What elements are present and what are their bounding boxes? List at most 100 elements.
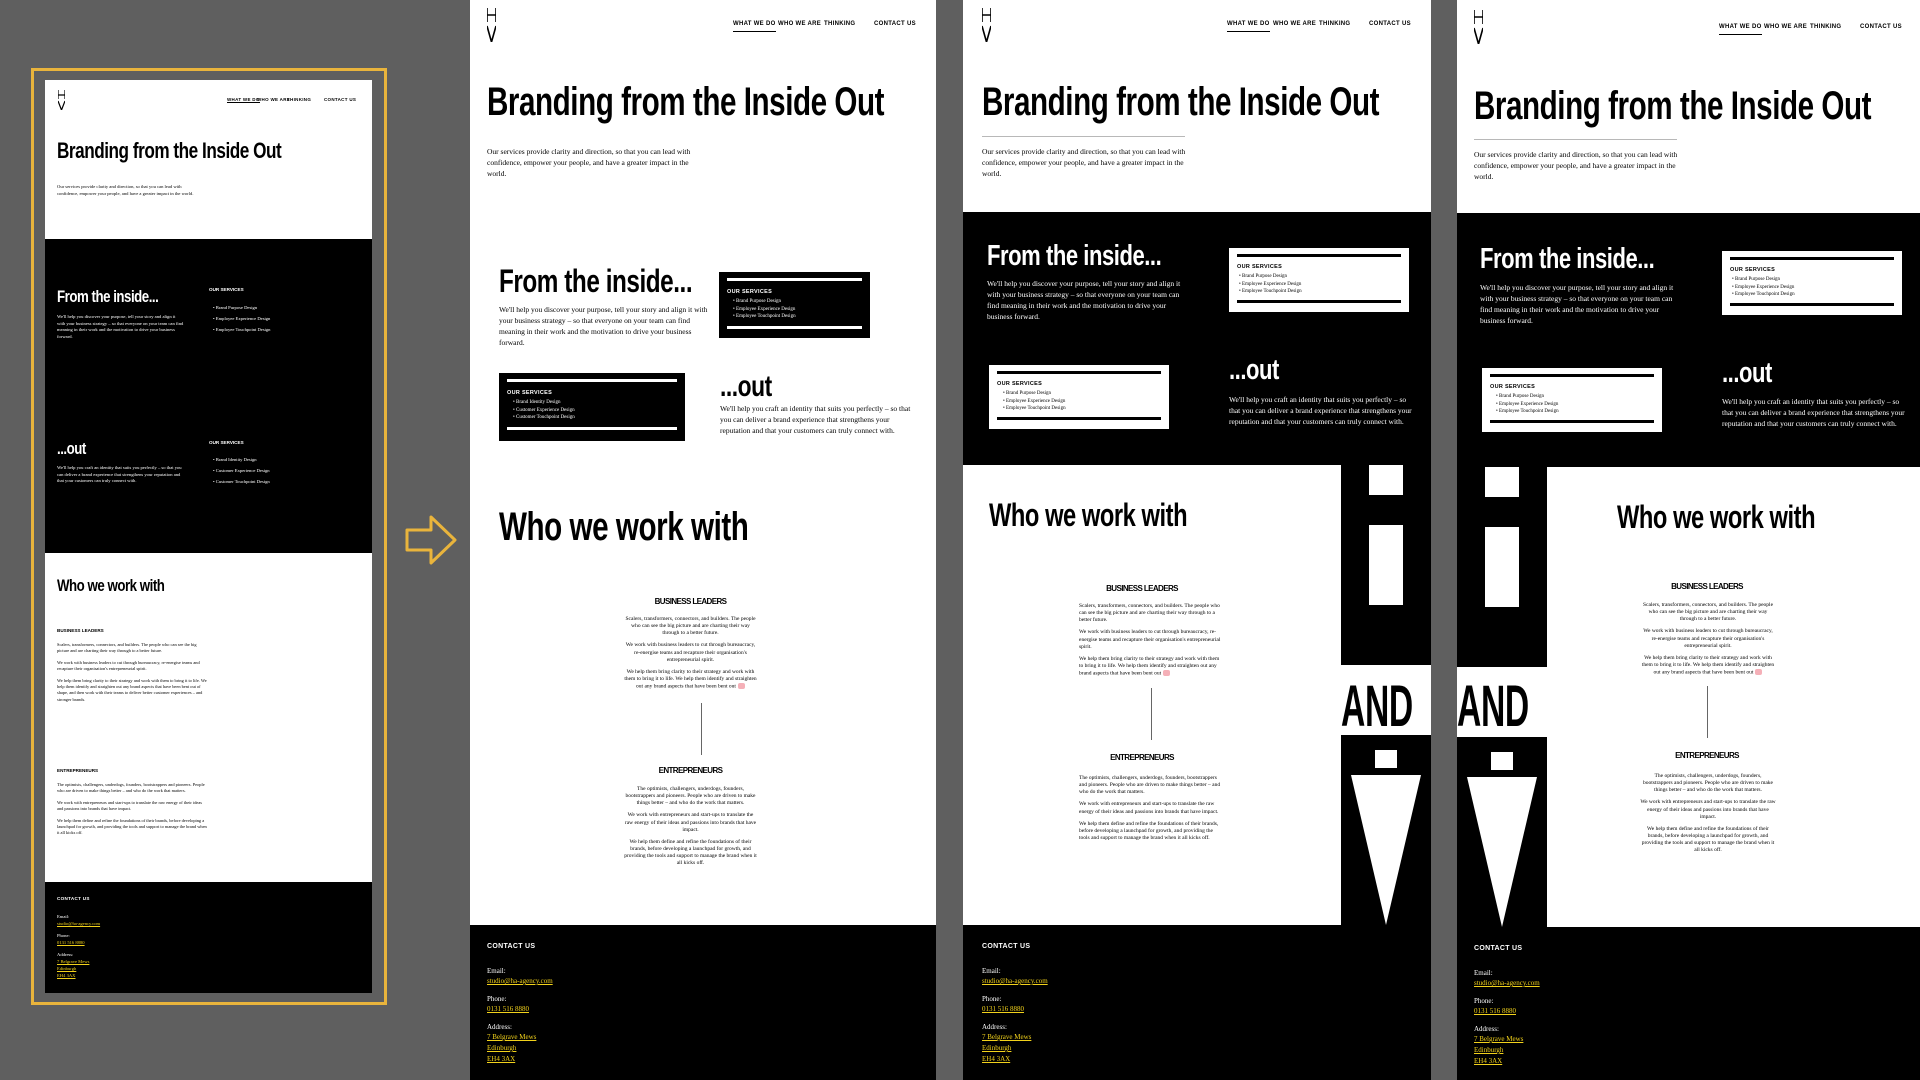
service-item[interactable]: Employee Experience Design bbox=[213, 313, 271, 324]
out-services-card[interactable]: OUR SERVICES Brand Identity Design Custo… bbox=[499, 373, 685, 441]
logo-mark[interactable] bbox=[1474, 10, 1483, 44]
address-line[interactable]: Edinburgh bbox=[487, 1044, 516, 1052]
address-line[interactable]: EH4 3AX bbox=[57, 973, 76, 978]
service-item[interactable]: Brand Identity Design bbox=[513, 399, 677, 407]
inside-services-title: OUR SERVICES bbox=[1730, 267, 1776, 273]
frame-redesign-3: WHAT WE DO WHO WE ARE THINKING CONTACT U… bbox=[1457, 0, 1920, 1080]
logo-mark[interactable] bbox=[58, 90, 65, 110]
inside-body: We'll help you discover your purpose, te… bbox=[1480, 283, 1674, 325]
service-item[interactable]: Brand Purpose Design bbox=[1732, 276, 1894, 284]
service-item[interactable]: Brand Identity Design bbox=[213, 454, 270, 465]
email-link[interactable]: studio@ha-agency.com bbox=[1474, 979, 1540, 987]
inside-services-card[interactable]: OUR SERVICES Brand Purpose Design Employ… bbox=[1722, 251, 1902, 315]
address-line[interactable]: Edinburgh bbox=[982, 1044, 1011, 1052]
ha-graphic: AND bbox=[1341, 465, 1431, 925]
service-item[interactable]: Employee Touchpoint Design bbox=[1732, 291, 1894, 299]
address-label: Address: bbox=[487, 1023, 512, 1031]
service-item[interactable]: Employee Experience Design bbox=[1003, 398, 1161, 406]
nav-thinking[interactable]: THINKING bbox=[1319, 21, 1350, 27]
email-link[interactable]: studio@ha-agency.com bbox=[57, 921, 100, 926]
inside-services-card[interactable]: OUR SERVICES Brand Purpose Design Employ… bbox=[1229, 248, 1409, 312]
nav-contact-us[interactable]: CONTACT US bbox=[874, 21, 916, 27]
address-line[interactable]: 7 Belgrave Mews bbox=[982, 1033, 1031, 1041]
phone-link[interactable]: 0131 516 8880 bbox=[982, 1005, 1024, 1013]
nav-contact-us[interactable]: CONTACT US bbox=[324, 97, 356, 102]
out-services-card[interactable]: OUR SERVICES Brand Purpose Design Employ… bbox=[1482, 368, 1662, 432]
nav-who-we-are[interactable]: WHO WE ARE bbox=[1273, 21, 1316, 27]
service-item[interactable]: Employee Touchpoint Design bbox=[1496, 408, 1654, 416]
service-item[interactable]: Brand Purpose Design bbox=[1496, 393, 1654, 401]
nav-who-we-are[interactable]: WHO WE ARE bbox=[1764, 24, 1807, 30]
leaders-p1: Scalers, transformers, connectors, and b… bbox=[1642, 602, 1774, 623]
who-title: Who we work with bbox=[57, 576, 165, 595]
service-item[interactable]: Employee Experience Design bbox=[1732, 284, 1894, 292]
phone-link[interactable]: 0131 516 8880 bbox=[1474, 1007, 1516, 1015]
footer: CONTACT US Email: studio@ha-agency.com P… bbox=[1457, 927, 1920, 1080]
service-item[interactable]: Employee Experience Design bbox=[1239, 281, 1401, 289]
right-arrow-icon bbox=[403, 512, 459, 568]
service-item[interactable]: Employee Experience Design bbox=[1496, 401, 1654, 409]
page-title: Branding from the Inside Out bbox=[1474, 84, 1872, 128]
service-item[interactable]: Brand Purpose Design bbox=[213, 302, 270, 313]
service-item[interactable]: Employee Experience Design bbox=[733, 306, 862, 314]
address-line[interactable]: 7 Belgrave Mews bbox=[487, 1033, 536, 1041]
logo-mark[interactable] bbox=[487, 8, 496, 42]
service-item[interactable]: Brand Purpose Design bbox=[1003, 390, 1161, 398]
email-link[interactable]: studio@ha-agency.com bbox=[982, 977, 1048, 985]
nav-thinking[interactable]: THINKING bbox=[287, 97, 311, 102]
card-top-bar bbox=[1237, 254, 1401, 257]
inside-services-card[interactable]: OUR SERVICES Brand Purpose Design Employ… bbox=[719, 272, 870, 338]
service-item[interactable]: Brand Purpose Design bbox=[1239, 273, 1401, 281]
service-item[interactable]: Customer Experience Design bbox=[213, 465, 270, 476]
nav-what-we-do[interactable]: WHAT WE DO bbox=[733, 21, 776, 32]
phone-link[interactable]: 0131 516 8880 bbox=[57, 940, 85, 945]
inside-services-title: OUR SERVICES bbox=[1237, 264, 1283, 270]
inside-body: We'll help you discover your purpose, te… bbox=[987, 279, 1181, 321]
nav-contact-us[interactable]: CONTACT US bbox=[1369, 21, 1411, 27]
nav-thinking[interactable]: THINKING bbox=[1810, 24, 1841, 30]
who-title: Who we work with bbox=[989, 497, 1188, 533]
out-services-list: Brand Purpose Design Employee Experience… bbox=[1496, 393, 1654, 416]
email-link[interactable]: studio@ha-agency.com bbox=[487, 977, 553, 985]
nav-contact-us[interactable]: CONTACT US bbox=[1860, 24, 1902, 30]
nav-what-we-do[interactable]: WHAT WE DO bbox=[227, 97, 260, 103]
logo-mark[interactable] bbox=[982, 8, 991, 42]
entre-p1: The optimists, challengers, underdogs, f… bbox=[1643, 773, 1773, 794]
out-services-card[interactable]: OUR SERVICES Brand Purpose Design Employ… bbox=[989, 365, 1169, 429]
address-line[interactable]: 7 Belgrave Mews bbox=[57, 959, 89, 964]
service-item[interactable]: Employee Touchpoint Design bbox=[213, 324, 271, 335]
entre-text: The optimists, challengers, underdogs, f… bbox=[1079, 775, 1224, 842]
address-line[interactable]: EH4 3AX bbox=[487, 1055, 515, 1063]
entre-title: ENTREPRENEURS bbox=[658, 766, 723, 775]
address-line[interactable]: Edinburgh bbox=[1474, 1046, 1503, 1054]
address-line[interactable]: EH4 3AX bbox=[982, 1055, 1010, 1063]
footer-title: CONTACT US bbox=[1474, 945, 1523, 952]
nav-who-we-are[interactable]: WHO WE ARE bbox=[778, 21, 821, 27]
service-item[interactable]: Employee Touchpoint Design bbox=[1239, 288, 1401, 296]
entre-p2: We work with entrepreneurs and start-ups… bbox=[1640, 799, 1776, 820]
address-line[interactable]: 7 Belgrave Mews bbox=[1474, 1035, 1523, 1043]
service-item[interactable]: Customer Touchpoint Design bbox=[513, 414, 677, 422]
service-item[interactable]: Employee Touchpoint Design bbox=[1003, 405, 1161, 413]
services-section: From the inside... We'll help you discov… bbox=[963, 212, 1431, 465]
nav-thinking[interactable]: THINKING bbox=[824, 21, 855, 27]
leaders-p2: We work with business leaders to cut thr… bbox=[1643, 628, 1773, 649]
divider-line bbox=[701, 703, 702, 755]
graphic-word: AND bbox=[1457, 674, 1529, 739]
service-item[interactable]: Customer Experience Design bbox=[513, 407, 677, 415]
inside-title: From the inside... bbox=[987, 240, 1162, 272]
heart-icon bbox=[1755, 669, 1763, 676]
nav-who-we-are[interactable]: WHO WE ARE bbox=[257, 97, 290, 102]
nav-what-we-do[interactable]: WHAT WE DO bbox=[1227, 21, 1270, 32]
nav-what-we-do[interactable]: WHAT WE DO bbox=[1719, 24, 1762, 35]
email-label: Email: bbox=[982, 967, 1001, 975]
phone-link[interactable]: 0131 516 8880 bbox=[487, 1005, 529, 1013]
address-line[interactable]: EH4 3AX bbox=[1474, 1057, 1502, 1065]
entre-p1: The optimists, challengers, underdogs, f… bbox=[1079, 775, 1221, 796]
leaders-text: Scalers, transformers, connectors, and b… bbox=[1640, 602, 1776, 677]
address-line[interactable]: Edinburgh bbox=[57, 966, 76, 971]
service-item[interactable]: Brand Purpose Design bbox=[733, 298, 862, 306]
entre-title: ENTREPRENEURS bbox=[1110, 753, 1174, 762]
service-item[interactable]: Customer Touchpoint Design bbox=[213, 476, 270, 487]
service-item[interactable]: Employee Touchpoint Design bbox=[733, 313, 862, 321]
